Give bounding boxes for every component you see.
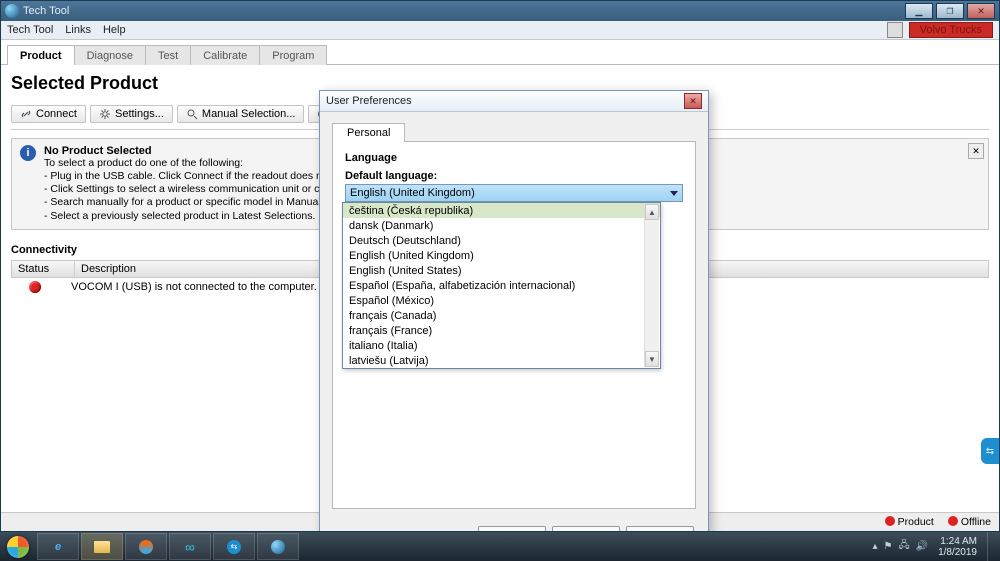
user-preferences-dialog: User Preferences ✕ Personal Language Def…	[319, 90, 709, 531]
status-offline: Offline	[948, 516, 991, 528]
list-item[interactable]: Deutsch (Deutschland)	[343, 233, 660, 248]
list-item[interactable]: dansk (Danmark)	[343, 218, 660, 233]
list-item[interactable]: latviešu (Latvija)	[343, 353, 660, 368]
link-icon	[20, 108, 32, 120]
app-window: Tech Tool Tech Tool Links Help Volvo Tru…	[0, 0, 1000, 532]
taskbar: e ∞ ⇆ ▴ ⚑ 🖧 🔊 1:24 AM 1/8/2019	[0, 532, 1000, 561]
app-icon	[5, 4, 19, 18]
info-icon: i	[20, 145, 36, 161]
help-button[interactable]: Help	[478, 526, 546, 531]
flag-icon[interactable]: ⚑	[883, 541, 892, 552]
login-icon[interactable]	[887, 22, 903, 38]
row-description: VOCOM I (USB) is not connected to the co…	[71, 281, 317, 293]
menubar: Tech Tool Links Help Volvo Trucks	[1, 21, 999, 40]
show-desktop-button[interactable]	[987, 532, 994, 561]
scroll-down-button[interactable]: ▼	[645, 351, 659, 367]
status-error-icon	[29, 281, 41, 293]
group-language-title: Language	[345, 152, 683, 164]
default-language-label: Default language:	[345, 170, 683, 182]
titlebar[interactable]: Tech Tool	[1, 1, 999, 21]
windows-icon	[7, 536, 29, 558]
gear-icon	[99, 108, 111, 120]
tray-clock[interactable]: 1:24 AM 1/8/2019	[934, 536, 981, 558]
dialog-titlebar[interactable]: User Preferences ✕	[320, 91, 708, 112]
teamviewer-icon: ⇆	[227, 540, 241, 554]
task-techtool[interactable]	[257, 533, 299, 560]
list-item[interactable]: italiano (Italia)	[343, 338, 660, 353]
main-tabs: Product Diagnose Test Calibrate Program	[1, 40, 999, 65]
folder-icon	[94, 541, 110, 553]
techtool-icon	[271, 540, 285, 554]
list-item[interactable]: čeština (Česká republika)	[343, 203, 660, 218]
menu-links[interactable]: Links	[65, 24, 91, 36]
combo-value: English (United Kingdom)	[350, 187, 475, 199]
info-close-button[interactable]: ✕	[968, 143, 984, 159]
list-item[interactable]: Español (México)	[343, 293, 660, 308]
chevron-down-icon	[670, 191, 678, 196]
tab-diagnose[interactable]: Diagnose	[74, 45, 146, 65]
task-explorer[interactable]	[81, 533, 123, 560]
dialog-title: User Preferences	[326, 95, 412, 107]
brand-label: Volvo Trucks	[909, 22, 993, 38]
teamviewer-side-tab[interactable]: ⇆	[981, 438, 999, 464]
tab-calibrate[interactable]: Calibrate	[190, 45, 260, 65]
cloud-icon: ∞	[185, 539, 195, 555]
manual-selection-button[interactable]: Manual Selection...	[177, 105, 305, 123]
dialog-close-button[interactable]: ✕	[684, 93, 702, 109]
tray-up-icon[interactable]: ▴	[872, 541, 877, 552]
list-item[interactable]: français (France)	[343, 323, 660, 338]
tab-test[interactable]: Test	[145, 45, 191, 65]
list-item[interactable]: English (United States)	[343, 263, 660, 278]
media-icon	[139, 540, 153, 554]
start-button[interactable]	[0, 532, 36, 561]
task-teamviewer[interactable]: ⇆	[213, 533, 255, 560]
settings-button[interactable]: Settings...	[90, 105, 173, 123]
sound-icon[interactable]: 🔊	[916, 541, 928, 552]
list-item[interactable]: français (Canada)	[343, 308, 660, 323]
window-close-button[interactable]	[967, 3, 995, 19]
tab-program[interactable]: Program	[259, 45, 327, 65]
ie-icon: e	[55, 541, 61, 553]
connect-button[interactable]: Connect	[11, 105, 86, 123]
task-ie[interactable]: e	[37, 533, 79, 560]
status-product: Product	[885, 516, 934, 528]
scroll-up-button[interactable]: ▲	[645, 204, 659, 220]
search-icon	[186, 108, 198, 120]
ok-button[interactable]: OK	[552, 526, 620, 531]
task-cloud[interactable]: ∞	[169, 533, 211, 560]
list-item[interactable]: English (United Kingdom)	[343, 248, 660, 263]
dialog-buttons: Help OK Cancel	[320, 519, 708, 531]
menu-help[interactable]: Help	[103, 24, 126, 36]
maximize-button[interactable]	[936, 3, 964, 19]
menu-techtool[interactable]: Tech Tool	[7, 24, 53, 36]
tab-personal[interactable]: Personal	[332, 123, 405, 142]
window-title: Tech Tool	[23, 5, 69, 17]
scrollbar[interactable]: ▲ ▼	[644, 204, 659, 367]
tab-product[interactable]: Product	[7, 45, 75, 65]
col-status[interactable]: Status	[12, 261, 75, 277]
network-icon[interactable]: 🖧	[898, 538, 909, 555]
minimize-button[interactable]	[905, 3, 933, 19]
workspace: Product Diagnose Test Calibrate Program …	[1, 40, 999, 531]
cancel-button[interactable]: Cancel	[626, 526, 694, 531]
list-item[interactable]: Español (España, alfabetización internac…	[343, 278, 660, 293]
task-mediaplayer[interactable]	[125, 533, 167, 560]
language-dropdown[interactable]: čeština (Česká republika) dansk (Danmark…	[342, 202, 661, 369]
default-language-combo[interactable]: English (United Kingdom)	[345, 184, 683, 202]
system-tray: ▴ ⚑ 🖧 🔊 1:24 AM 1/8/2019	[866, 532, 1000, 561]
